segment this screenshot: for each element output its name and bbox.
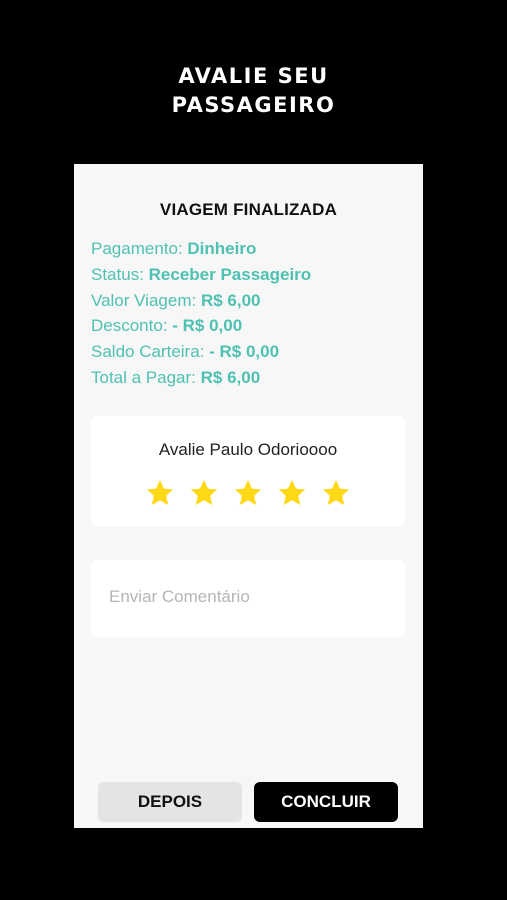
discount-label: Desconto:	[91, 316, 173, 336]
star-icon[interactable]	[233, 478, 263, 508]
status-value: Receber Passageiro	[148, 264, 312, 284]
discount-amount: - R$ 0,00	[172, 316, 243, 336]
page-headline-line2: PASSAGEIRO	[171, 93, 336, 117]
wallet-balance-row: Saldo Carteira: - R$ 0,00	[91, 339, 311, 365]
payment-row: Pagamento: Dinheiro	[91, 236, 311, 262]
total-label: Total a Pagar:	[91, 367, 201, 387]
trip-value-row: Valor Viagem: R$ 6,00	[91, 288, 311, 314]
wallet-balance-label: Saldo Carteira:	[91, 342, 210, 362]
later-button[interactable]: DEPOIS	[98, 782, 242, 822]
discount-row: Desconto: - R$ 0,00	[91, 313, 311, 339]
total-amount: R$ 6,00	[200, 367, 261, 387]
rating-title: Avalie Paulo Odorioooo	[158, 440, 338, 459]
finish-button[interactable]: CONCLUIR	[254, 782, 398, 822]
rating-box: Avalie Paulo Odorioooo	[91, 416, 405, 526]
star-rating	[91, 478, 405, 508]
card-title: VIAGEM FINALIZADA	[159, 200, 338, 219]
trip-summary-card: VIAGEM FINALIZADA Pagamento: Dinheiro St…	[74, 164, 423, 828]
star-icon[interactable]	[145, 478, 175, 508]
payment-value: Dinheiro	[187, 239, 257, 258]
star-icon[interactable]	[189, 478, 219, 508]
total-row: Total a Pagar: R$ 6,00	[91, 365, 311, 391]
status-label: Status:	[91, 264, 149, 284]
status-row: Status: Receber Passageiro	[91, 262, 311, 288]
comment-input[interactable]	[107, 580, 391, 614]
comment-box	[91, 560, 405, 637]
trip-value-amount: R$ 6,00	[200, 290, 261, 310]
trip-info-list: Pagamento: Dinheiro Status: Receber Pass…	[91, 236, 311, 391]
star-icon[interactable]	[321, 478, 351, 508]
trip-value-label: Valor Viagem:	[91, 290, 201, 310]
star-icon[interactable]	[277, 478, 307, 508]
wallet-balance-amount: - R$ 0,00	[209, 342, 280, 362]
payment-label: Pagamento:	[91, 239, 188, 258]
page-headline-line1: AVALIE SEU	[178, 64, 329, 88]
